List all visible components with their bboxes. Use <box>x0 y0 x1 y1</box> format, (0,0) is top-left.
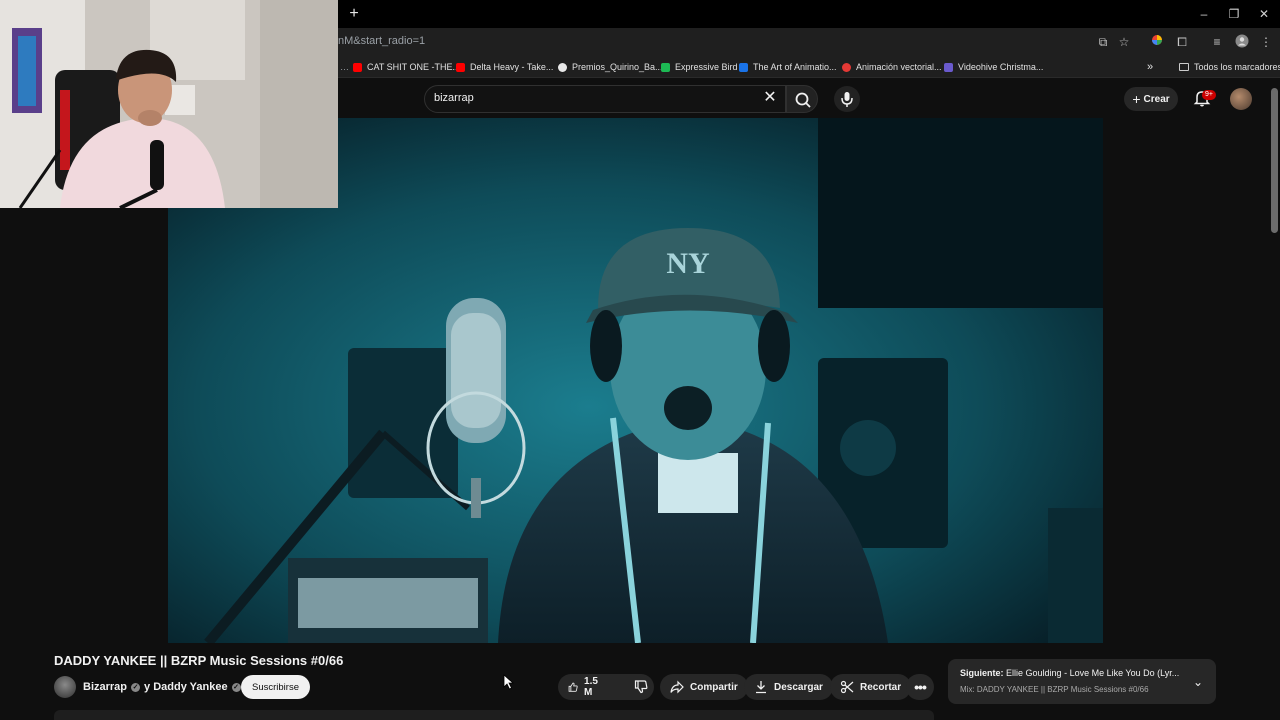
plus-icon: + <box>1132 91 1141 107</box>
collaborator-name[interactable]: y Daddy Yankee <box>144 681 228 693</box>
site-favicon-icon <box>842 62 851 72</box>
search-icon <box>795 92 811 108</box>
chevron-down-icon[interactable]: ⌄ <box>1190 674 1206 690</box>
install-app-icon[interactable]: ⧉ <box>1095 34 1111 50</box>
scissors-icon <box>840 680 854 694</box>
verified-check-icon: ✓ <box>131 682 141 692</box>
mix-label: Mix: DADDY YANKEE || BZRP Music Sessions… <box>960 685 1149 694</box>
like-count: 1.5 M <box>584 676 598 698</box>
bookmark-label: The Art of Animatio... <box>753 62 837 72</box>
video-title: DADDY YANKEE || BZRP Music Sessions #0/6… <box>54 653 344 668</box>
up-next-prefix: Siguiente: <box>960 668 1004 678</box>
globe-favicon-icon <box>558 62 567 72</box>
download-label: Descargar <box>774 681 823 693</box>
bookmark-label: Videohive Christma... <box>958 62 1044 72</box>
youtube-favicon-icon <box>353 62 362 72</box>
bookmark-label: Animación vectorial... <box>856 62 942 72</box>
bookmark-item[interactable]: The Art of Animatio... <box>739 60 837 74</box>
description-box[interactable] <box>54 710 934 720</box>
share-button[interactable]: Compartir <box>660 674 748 700</box>
close-window-icon[interactable]: ✕ <box>1256 6 1272 22</box>
star-bookmark-icon[interactable]: ☆ <box>1116 34 1132 50</box>
download-button[interactable]: Descargar <box>744 674 833 700</box>
mouse-cursor-icon <box>503 674 515 690</box>
verified-check-icon: ✓ <box>231 682 241 692</box>
channel-avatar[interactable] <box>54 676 76 698</box>
all-bookmarks-folder[interactable]: Todos los marcadores <box>1179 60 1280 74</box>
more-bookmarks-icon[interactable]: » <box>1147 60 1153 74</box>
dislike-button[interactable] <box>624 674 658 700</box>
bookmark-item[interactable]: Animación vectorial... <box>842 60 942 74</box>
share-label: Compartir <box>690 681 738 693</box>
channel-names[interactable]: Bizarrap ✓ y Daddy Yankee ✓ <box>83 681 241 693</box>
notification-badge: 9+ <box>1202 90 1216 100</box>
media-control-icon[interactable]: ≡ <box>1209 34 1225 50</box>
search-query[interactable]: bizarrap <box>434 92 474 104</box>
download-icon <box>756 681 766 694</box>
bookmark-item[interactable]: Delta Heavy - Take... <box>456 60 553 74</box>
account-avatar[interactable] <box>1230 88 1252 110</box>
more-actions-button[interactable]: ••• <box>906 674 934 700</box>
new-tab-icon[interactable]: + <box>346 6 362 22</box>
bookmark-item[interactable]: Premios_Quirino_Ba... <box>558 60 663 74</box>
profile-icon[interactable] <box>1234 34 1250 50</box>
minimize-icon[interactable]: – <box>1196 6 1212 22</box>
up-next-panel[interactable] <box>948 659 1216 704</box>
clear-search-icon[interactable]: ✕ <box>762 90 778 106</box>
bookmark-item[interactable]: Expressive Bird <box>661 60 738 74</box>
create-label: Crear <box>1143 93 1170 105</box>
subscribe-button[interactable]: Suscribirse <box>241 675 310 699</box>
bookmark-label: Delta Heavy - Take... <box>470 62 554 72</box>
site-favicon-icon <box>944 62 953 72</box>
color-extension-icon[interactable] <box>1149 34 1165 50</box>
svg-text:NY: NY <box>666 247 710 280</box>
clip-label: Recortar <box>860 681 902 693</box>
webcam-feed-image <box>0 0 338 208</box>
more-horizontal-icon: ••• <box>914 679 927 695</box>
up-next-title: Ellie Goulding - Love Me Like You Do (Ly… <box>1006 668 1180 678</box>
search-input[interactable] <box>424 85 786 113</box>
url-text[interactable]: nM&start_radio=1 <box>338 35 425 47</box>
search-button[interactable] <box>786 85 818 113</box>
thumbs-up-icon <box>568 682 578 692</box>
bookmark-item[interactable]: CAT SHIT ONE -THE... <box>353 60 460 74</box>
all-bookmarks-label: Todos los marcadores <box>1194 62 1280 72</box>
like-button[interactable]: 1.5 M <box>558 674 612 700</box>
folder-icon <box>1179 63 1189 71</box>
extensions-puzzle-icon[interactable]: ⧠ <box>1174 34 1190 50</box>
bookmark-item[interactable]: … <box>340 60 349 74</box>
bookmark-label: Expressive Bird <box>675 62 738 72</box>
clip-button[interactable]: Recortar <box>830 674 912 700</box>
webcam-overlay <box>0 0 338 208</box>
bookmark-label: CAT SHIT ONE -THE... <box>367 62 461 72</box>
channel-name[interactable]: Bizarrap <box>83 681 127 693</box>
up-next-title-line[interactable]: Siguiente: Ellie Goulding - Love Me Like… <box>960 668 1180 678</box>
page-scrollbar[interactable] <box>1271 88 1278 233</box>
browser-menu-icon[interactable]: ⋮ <box>1258 34 1274 50</box>
microphone-icon <box>841 92 853 107</box>
thumbs-down-icon <box>634 680 648 694</box>
bookmark-label: Premios_Quirino_Ba... <box>572 62 663 72</box>
bookmark-item[interactable]: Videohive Christma... <box>944 60 1043 74</box>
share-arrow-icon <box>670 680 684 694</box>
site-favicon-icon <box>739 62 748 72</box>
create-button[interactable]: + Crear <box>1124 87 1178 111</box>
leaf-favicon-icon <box>661 62 670 72</box>
restore-icon[interactable]: ❐ <box>1226 6 1242 22</box>
like-dislike-group: 1.5 M <box>558 674 654 700</box>
voice-search-button[interactable] <box>834 86 860 112</box>
youtube-favicon-icon <box>456 62 465 72</box>
